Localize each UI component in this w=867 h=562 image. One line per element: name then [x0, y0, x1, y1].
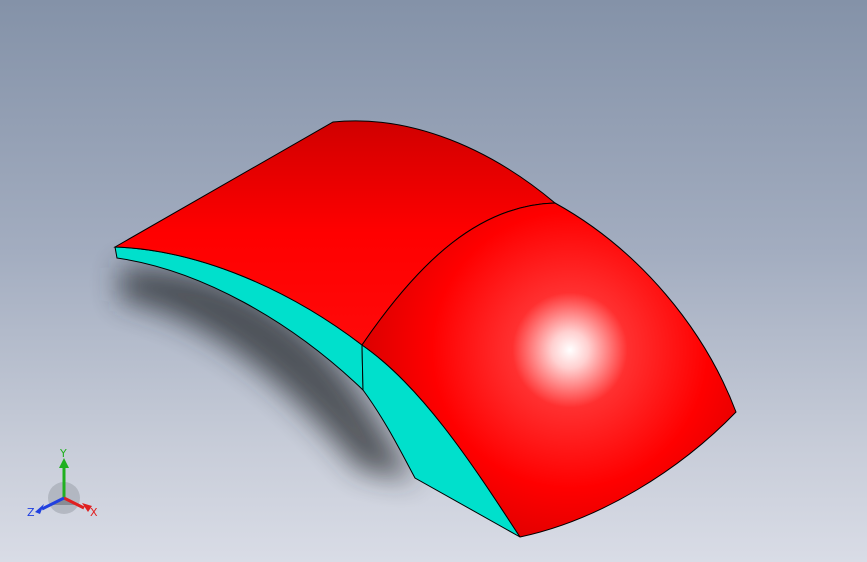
- axis-triad[interactable]: Y X Z: [22, 448, 106, 524]
- z-axis-label: Z: [27, 506, 35, 519]
- y-axis-label: Y: [59, 448, 67, 460]
- model-scene[interactable]: [0, 0, 867, 562]
- x-axis-label: X: [90, 506, 98, 519]
- graphics-viewport[interactable]: Y X Z: [0, 0, 867, 562]
